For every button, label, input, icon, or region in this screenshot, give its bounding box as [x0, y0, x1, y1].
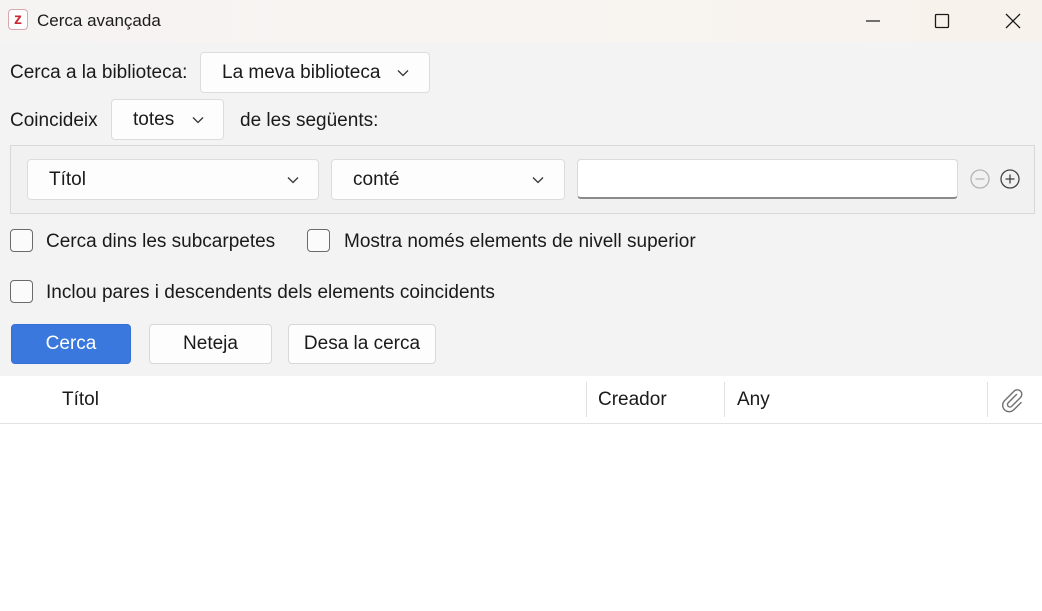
match-dropdown[interactable]: totes [111, 99, 224, 140]
library-dropdown[interactable]: La meva biblioteca [200, 52, 430, 93]
top-level-label: Mostra només elements de nivell superior [344, 231, 696, 252]
parents-checkbox[interactable] [10, 280, 33, 303]
title-bar: z Cerca avançada [0, 0, 1042, 42]
window-title: Cerca avançada [37, 11, 161, 30]
chevron-down-icon [397, 69, 409, 76]
results-list[interactable] [0, 424, 1042, 611]
close-icon [1005, 13, 1021, 29]
column-header-title[interactable]: Títol [62, 376, 99, 423]
chevron-down-icon [192, 116, 204, 123]
minus-circle-icon[interactable] [969, 168, 991, 190]
top-level-checkbox[interactable] [307, 229, 330, 252]
minimize-icon [866, 20, 880, 22]
parents-label: Inclou pares i descendents dels elements… [46, 282, 495, 303]
column-divider[interactable] [724, 382, 725, 417]
plus-circle-icon[interactable] [999, 168, 1021, 190]
results-table-header: Títol Creador Any [0, 376, 1042, 424]
maximize-button[interactable] [919, 0, 965, 42]
match-dropdown-value: totes [133, 108, 175, 130]
subfolders-checkbox[interactable] [10, 229, 33, 252]
column-divider[interactable] [586, 382, 587, 417]
clear-button[interactable]: Neteja [149, 324, 272, 364]
condition-value-input[interactable] [577, 159, 958, 199]
search-button[interactable]: Cerca [11, 324, 131, 364]
condition-operator-dropdown[interactable]: conté [331, 159, 565, 200]
library-dropdown-value: La meva biblioteca [222, 61, 381, 83]
chevron-down-icon [287, 176, 299, 183]
chevron-down-icon [532, 176, 544, 183]
maximize-icon [934, 13, 950, 29]
minimize-button[interactable] [850, 0, 896, 42]
close-button[interactable] [990, 0, 1036, 42]
condition-row: Títol conté [10, 145, 1035, 214]
subfolders-label: Cerca dins les subcarpetes [46, 231, 276, 252]
match-label: Coincideix [10, 110, 98, 131]
library-label: Cerca a la biblioteca: [10, 62, 188, 83]
condition-field-dropdown[interactable]: Títol [27, 159, 319, 200]
paperclip-icon[interactable] [999, 387, 1025, 413]
match-suffix-label: de les següents: [240, 110, 379, 131]
column-divider[interactable] [987, 382, 988, 417]
condition-operator-value: conté [353, 168, 400, 190]
save-search-button[interactable]: Desa la cerca [288, 324, 436, 364]
condition-field-value: Títol [49, 168, 86, 190]
column-header-creator[interactable]: Creador [598, 376, 667, 423]
column-header-year[interactable]: Any [737, 376, 770, 423]
zotero-app-icon: z [8, 9, 28, 30]
